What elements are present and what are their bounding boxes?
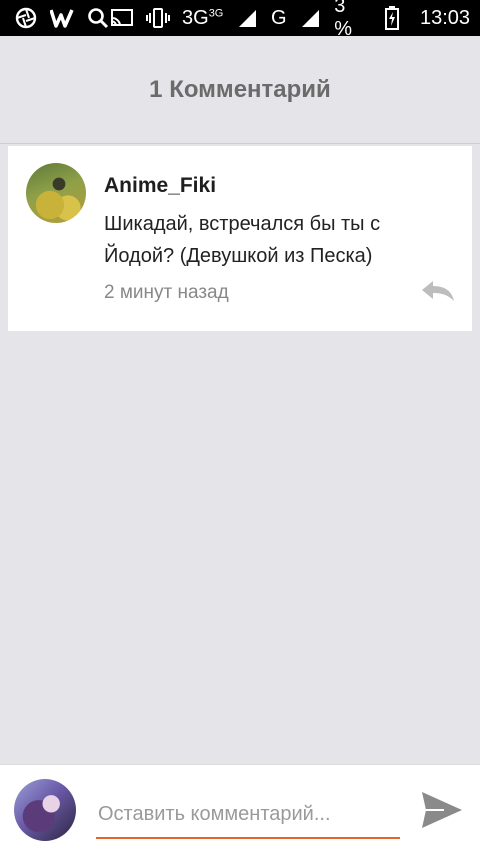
status-bar: 3G3G G 3 % 13:03: [0, 0, 480, 40]
comment-timestamp: 2 минут назад: [104, 282, 229, 303]
vibrate-icon: [146, 6, 170, 30]
comment-text: Шикадай, встречался бы ты с Йодой? (Деву…: [104, 213, 381, 267]
comment-composer: [0, 764, 480, 854]
user-avatar: [14, 779, 76, 841]
network-type-1: 3G3G: [182, 6, 224, 29]
comments-header: 1 Комментарий: [0, 36, 480, 144]
network-type-2: G: [271, 6, 287, 29]
clock: 13:03: [419, 6, 471, 29]
comment-input[interactable]: [96, 791, 400, 839]
signal-icon-2: [299, 6, 323, 30]
status-bar-left: [14, 6, 110, 30]
w-app-icon: [50, 6, 74, 30]
comment-item: Anime_Fiki Шикадай, встречался бы ты с Й…: [8, 146, 472, 331]
battery-percent: 3 %: [334, 0, 353, 40]
author-avatar[interactable]: [26, 163, 86, 223]
comment-author[interactable]: Anime_Fiki: [104, 174, 216, 198]
page-title: 1 Комментарий: [149, 75, 331, 103]
signal-icon: [235, 6, 259, 30]
search-icon: [86, 6, 110, 30]
battery-charging-icon: [380, 6, 404, 30]
send-button[interactable]: [418, 791, 466, 833]
aperture-icon: [14, 6, 38, 30]
cast-icon: [110, 6, 134, 30]
status-bar-right: 3G3G G 3 % 13:03: [110, 0, 470, 41]
reply-icon[interactable]: [420, 279, 456, 303]
send-icon: [420, 790, 464, 835]
